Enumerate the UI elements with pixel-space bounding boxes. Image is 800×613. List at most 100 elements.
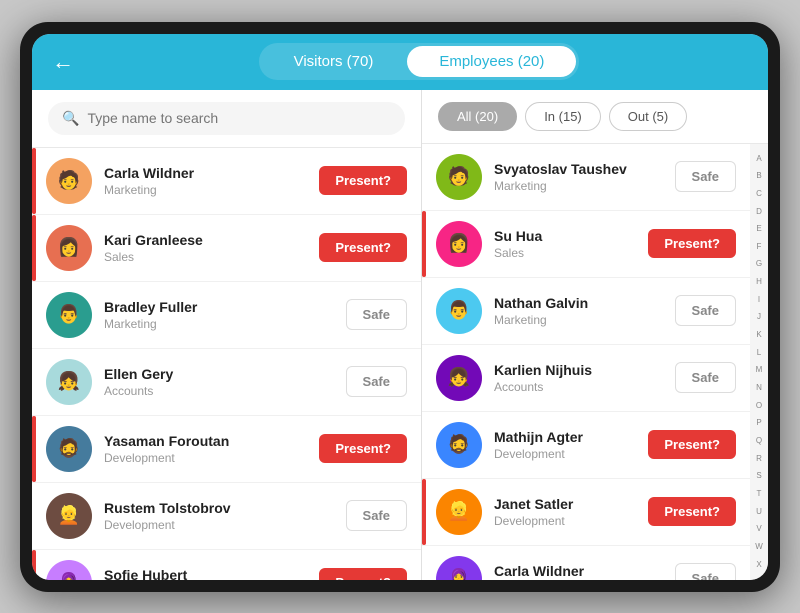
person-info: Ellen GeryAccounts xyxy=(104,366,346,398)
alpha-letter[interactable]: H xyxy=(754,277,764,287)
person-dept: Marketing xyxy=(104,183,319,197)
alpha-letter[interactable]: M xyxy=(754,365,764,375)
alpha-letter[interactable]: K xyxy=(754,330,764,340)
alpha-letter[interactable]: Q xyxy=(754,436,764,446)
tab-group: Visitors (70) Employees (20) xyxy=(259,43,580,80)
employees-panel: All (20) In (15) Out (5) 🧑Svyatoslav Tau… xyxy=(422,90,768,580)
person-dept: Development xyxy=(494,514,648,528)
avatar: 👧 xyxy=(436,355,482,401)
visitors-panel: 🔍 🧑Carla WildnerMarketingPresent?👩Kari G… xyxy=(32,90,422,580)
alpha-letter[interactable]: P xyxy=(754,418,764,428)
person-row: 🧕 Carla WildnerAccountsSafe xyxy=(422,546,750,580)
person-row: 👱Rustem TolstobrovDevelopmentSafe xyxy=(32,483,421,550)
alpha-letter[interactable]: O xyxy=(754,401,764,411)
present-button[interactable]: Present? xyxy=(319,568,407,580)
person-info: Mathijn AgterDevelopment xyxy=(494,429,648,461)
person-name: Bradley Fuller xyxy=(104,299,346,315)
avatar: 👧 xyxy=(46,359,92,405)
person-info: Kari Granleese Sales xyxy=(104,232,319,264)
alpha-letter[interactable]: X xyxy=(754,560,764,570)
alpha-letter[interactable]: R xyxy=(754,454,764,464)
alpha-letter[interactable]: V xyxy=(754,524,764,534)
alpha-letter[interactable]: B xyxy=(754,171,764,181)
body: 🔍 🧑Carla WildnerMarketingPresent?👩Kari G… xyxy=(32,90,768,580)
header: ← Visitors (70) Employees (20) xyxy=(32,34,768,90)
person-info: Carla WildnerAccounts xyxy=(494,563,675,580)
person-row: 🧑Carla WildnerMarketingPresent? xyxy=(32,148,421,215)
present-button[interactable]: Present? xyxy=(319,166,407,195)
person-info: Carla Wildner Marketing xyxy=(104,165,319,197)
person-name: Carla Wildner xyxy=(104,165,319,181)
person-dept: Marketing xyxy=(104,317,346,331)
safe-button[interactable]: Safe xyxy=(346,500,407,531)
person-name: Ellen Gery xyxy=(104,366,346,382)
alpha-letter[interactable]: F xyxy=(754,242,764,252)
back-button[interactable]: ← xyxy=(52,49,74,75)
tab-visitors[interactable]: Visitors (70) xyxy=(262,46,406,77)
employee-list: 🧑Svyatoslav TaushevMarketingSafe 👩 Su Hua S… xyxy=(422,144,750,580)
alpha-letter[interactable]: A xyxy=(754,154,764,164)
avatar: 🧔 xyxy=(46,426,92,472)
present-button[interactable]: Present? xyxy=(648,497,736,526)
avatar: 👱 xyxy=(436,489,482,535)
avatar: 🧔 xyxy=(436,422,482,468)
safe-button[interactable]: Safe xyxy=(675,295,736,326)
present-button[interactable]: Present? xyxy=(648,229,736,258)
filter-bar: All (20) In (15) Out (5) xyxy=(422,90,768,144)
alpha-letter[interactable]: I xyxy=(754,295,764,305)
person-name: Kari Granleese xyxy=(104,232,319,248)
tab-employees[interactable]: Employees (20) xyxy=(407,46,576,77)
alpha-letter[interactable]: T xyxy=(754,489,764,499)
alpha-letter[interactable]: G xyxy=(754,259,764,269)
person-row: 🧔 Yasaman ForoutanDevelopmentPresent? xyxy=(32,416,421,483)
person-name: Karlien Nijhuis xyxy=(494,362,675,378)
avatar: 👩 xyxy=(436,221,482,267)
filter-all[interactable]: All (20) xyxy=(438,102,517,131)
person-info: Svyatoslav TaushevMarketing xyxy=(494,161,675,193)
alpha-letter[interactable]: N xyxy=(754,383,764,393)
safe-button[interactable]: Safe xyxy=(675,161,736,192)
alpha-letter[interactable]: D xyxy=(754,207,764,217)
alphabet-sidebar: ABCDEFGHIJKLMNOPQRSTUVWX xyxy=(750,144,768,580)
filter-out[interactable]: Out (5) xyxy=(609,102,687,131)
person-row: 🧑Svyatoslav TaushevMarketingSafe xyxy=(422,144,750,211)
search-input[interactable] xyxy=(87,110,391,126)
alpha-letter[interactable]: L xyxy=(754,348,764,358)
device-frame: ← Visitors (70) Employees (20) 🔍 🧑Carl xyxy=(20,22,780,592)
safe-button[interactable]: Safe xyxy=(346,366,407,397)
alpha-letter[interactable]: U xyxy=(754,507,764,517)
person-row: 👱 Janet SatlerDevelopmentPresent? xyxy=(422,479,750,546)
safe-button[interactable]: Safe xyxy=(675,362,736,393)
avatar: 👨 xyxy=(436,288,482,334)
person-info: Yasaman ForoutanDevelopment xyxy=(104,433,319,465)
alpha-letter[interactable]: C xyxy=(754,189,764,199)
safe-button[interactable]: Safe xyxy=(346,299,407,330)
avatar: 🧕 xyxy=(46,560,92,580)
safe-button[interactable]: Safe xyxy=(675,563,736,580)
person-info: Sofie HubertAccounts xyxy=(104,567,319,580)
alpha-letter[interactable]: E xyxy=(754,224,764,234)
person-name: Su Hua xyxy=(494,228,648,244)
avatar: 👨 xyxy=(46,292,92,338)
present-button[interactable]: Present? xyxy=(319,434,407,463)
person-info: Bradley Fuller Marketing xyxy=(104,299,346,331)
search-icon: 🔍 xyxy=(62,110,79,127)
person-row: 👧 Ellen GeryAccountsSafe xyxy=(32,349,421,416)
filter-in[interactable]: In (15) xyxy=(525,102,601,131)
person-info: Nathan GalvinMarketing xyxy=(494,295,675,327)
search-input-wrap: 🔍 xyxy=(48,102,405,135)
alpha-letter[interactable]: J xyxy=(754,312,764,322)
person-info: Rustem TolstobrovDevelopment xyxy=(104,500,346,532)
person-row: 🧔 Mathijn AgterDevelopmentPresent? xyxy=(422,412,750,479)
present-button[interactable]: Present? xyxy=(648,430,736,459)
person-info: Janet SatlerDevelopment xyxy=(494,496,648,528)
person-row: 👨 Nathan GalvinMarketingSafe xyxy=(422,278,750,345)
avatar: 🧕 xyxy=(436,556,482,580)
present-button[interactable]: Present? xyxy=(319,233,407,262)
alpha-letter[interactable]: S xyxy=(754,471,764,481)
person-name: Svyatoslav Taushev xyxy=(494,161,675,177)
alpha-letter[interactable]: W xyxy=(754,542,764,552)
person-dept: Sales xyxy=(104,250,319,264)
person-info: Karlien NijhuisAccounts xyxy=(494,362,675,394)
person-name: Nathan Galvin xyxy=(494,295,675,311)
